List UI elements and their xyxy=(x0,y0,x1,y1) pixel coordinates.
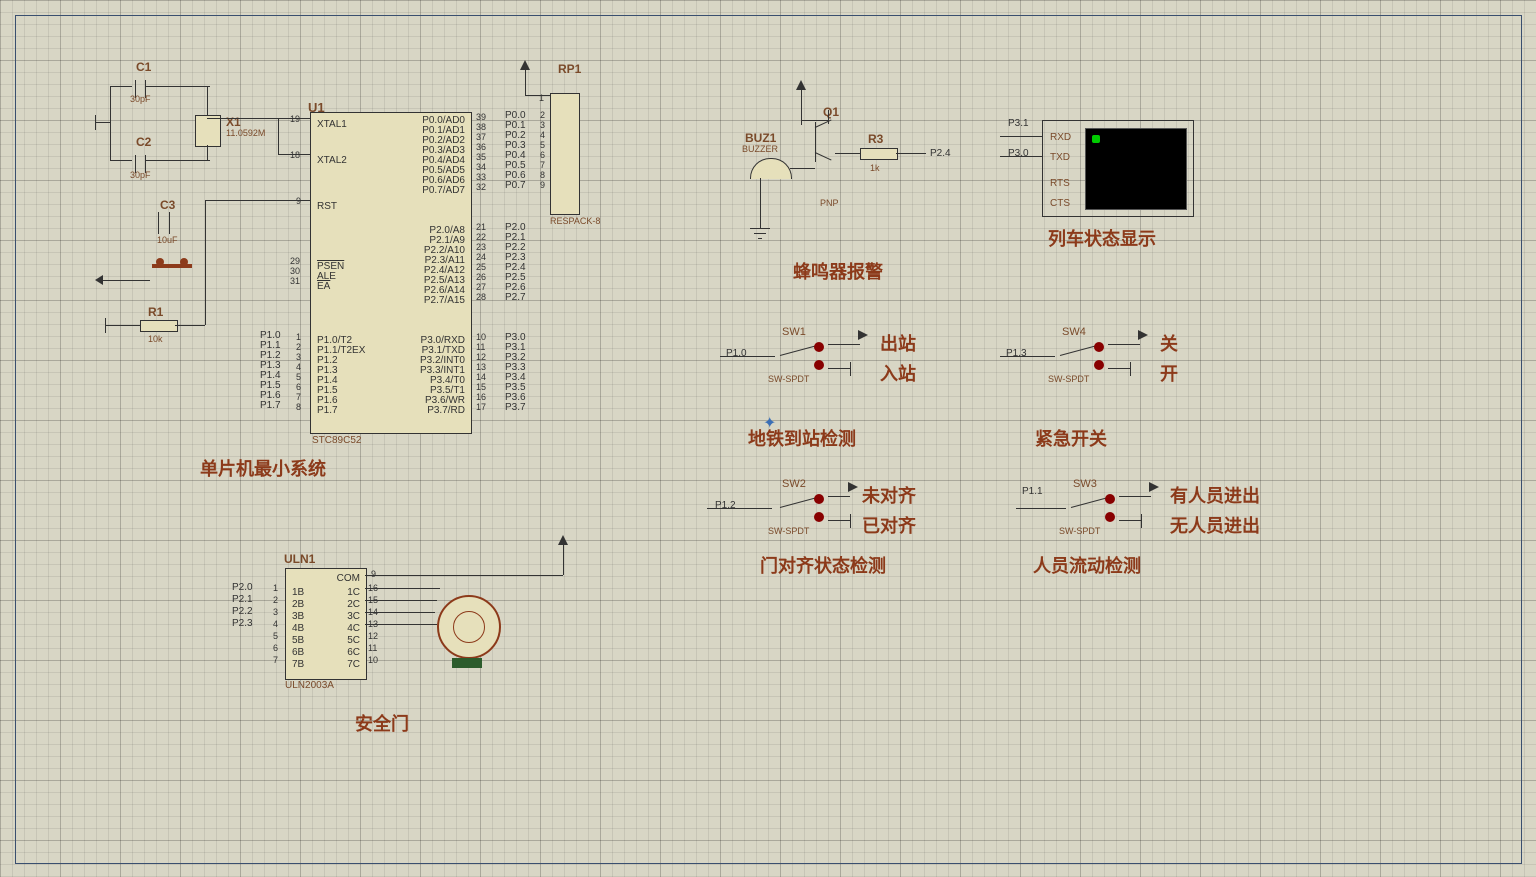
pin-xtal1: XTAL1 xyxy=(317,119,347,130)
sw4-ref: SW4 xyxy=(1062,326,1086,338)
sw3-a-arrow xyxy=(1149,482,1159,492)
r3-val: 1k xyxy=(870,163,880,173)
sw1-part: SW-SPDT xyxy=(768,374,809,384)
sw3-section: 人员流动检测 xyxy=(1033,552,1141,578)
pin-xtal2: XTAL2 xyxy=(317,155,347,166)
crystal[interactable] xyxy=(195,115,221,147)
rp1-ref: RP1 xyxy=(558,62,581,76)
motor-tag xyxy=(452,658,482,668)
uln-ref: ULN1 xyxy=(284,552,315,566)
sw3-part: SW-SPDT xyxy=(1059,526,1100,536)
sw1-a: 出站 xyxy=(880,330,916,356)
buz-ref: BUZ1 xyxy=(745,131,776,145)
c3[interactable] xyxy=(158,212,170,234)
pin-ea: EA xyxy=(317,281,330,292)
sw4-a: 关 xyxy=(1160,330,1178,356)
reset-button[interactable] xyxy=(152,258,192,274)
c2-ref: C2 xyxy=(136,135,151,149)
vcc-arrow-buz xyxy=(796,80,806,90)
sw2-part: SW-SPDT xyxy=(768,526,809,536)
sw4-b: 开 xyxy=(1160,360,1178,386)
sw4-part: SW-SPDT xyxy=(1048,374,1089,384)
serial-display[interactable] xyxy=(1085,128,1187,210)
c1-ref: C1 xyxy=(136,60,151,74)
stepper-motor[interactable] xyxy=(437,595,501,659)
c3-val: 10uF xyxy=(157,235,178,245)
q1-ref: Q1 xyxy=(823,105,839,119)
sw3-a: 有人员进出 xyxy=(1170,482,1260,508)
sw2-ref: SW2 xyxy=(782,478,806,490)
mcu-section-label: 单片机最小系统 xyxy=(200,455,326,481)
r1-ref: R1 xyxy=(148,305,163,319)
display-section-label: 列车状态显示 xyxy=(1048,225,1156,251)
uln-section-label: 安全门 xyxy=(355,710,409,736)
q1-type: PNP xyxy=(820,198,839,208)
sw2-a-arrow xyxy=(848,482,858,492)
vcc-arrow-motor xyxy=(558,535,568,545)
c3-ref: C3 xyxy=(160,198,175,212)
p2-7: P2.7/A15 xyxy=(424,295,465,306)
sw3-b: 无人员进出 xyxy=(1170,512,1260,538)
buz-part: BUZZER xyxy=(742,144,778,154)
r1-val: 10k xyxy=(148,334,163,344)
r3-ref: R3 xyxy=(868,132,883,146)
vcc-arrow-rp1 xyxy=(520,60,530,70)
respack-chip[interactable] xyxy=(550,93,580,215)
r3[interactable] xyxy=(860,148,898,160)
sw1-a-arrow xyxy=(858,330,868,340)
sw2-section: 门对齐状态检测 xyxy=(760,552,886,578)
rp1-part: RESPACK-8 xyxy=(550,216,600,226)
c1-val: 30pF xyxy=(130,94,151,104)
gnd-buzzer xyxy=(750,228,770,242)
p3-7: P3.7/RD xyxy=(427,405,465,416)
r1[interactable] xyxy=(140,320,178,332)
origin-marker: ✦ xyxy=(763,413,776,433)
sw4-section: 紧急开关 xyxy=(1035,425,1107,451)
sw3-ref: SW3 xyxy=(1073,478,1097,490)
buzzer-section-label: 蜂鸣器报警 xyxy=(793,258,883,284)
sw1-b: 入站 xyxy=(880,360,916,386)
mcu-chip[interactable]: XTAL1 XTAL2 RST PSEN ALE EA P0.0/AD0 P0.… xyxy=(310,112,472,434)
transistor[interactable] xyxy=(815,122,835,162)
mcu-part: STC89C52 xyxy=(312,435,361,446)
uln-part: ULN2003A xyxy=(285,680,334,691)
c2-val: 30pF xyxy=(130,170,151,180)
pin-rst: RST xyxy=(317,201,337,212)
sw2-a: 未对齐 xyxy=(862,482,916,508)
buz-net: P2.4 xyxy=(930,148,951,159)
sw1-ref: SW1 xyxy=(782,326,806,338)
p0-7: P0.7/AD7 xyxy=(422,185,465,196)
uln-chip[interactable]: COM 1B 2B 3B 4B 5B 6B 7B 1C 2C 3C 4C 5C … xyxy=(285,568,367,680)
p1i-7: P1.7 xyxy=(317,405,338,416)
gnd-arrow xyxy=(95,275,103,285)
sw4-a-arrow xyxy=(1138,330,1148,340)
sw2-b: 已对齐 xyxy=(862,512,916,538)
x1-val: 11.0592M xyxy=(226,128,265,138)
